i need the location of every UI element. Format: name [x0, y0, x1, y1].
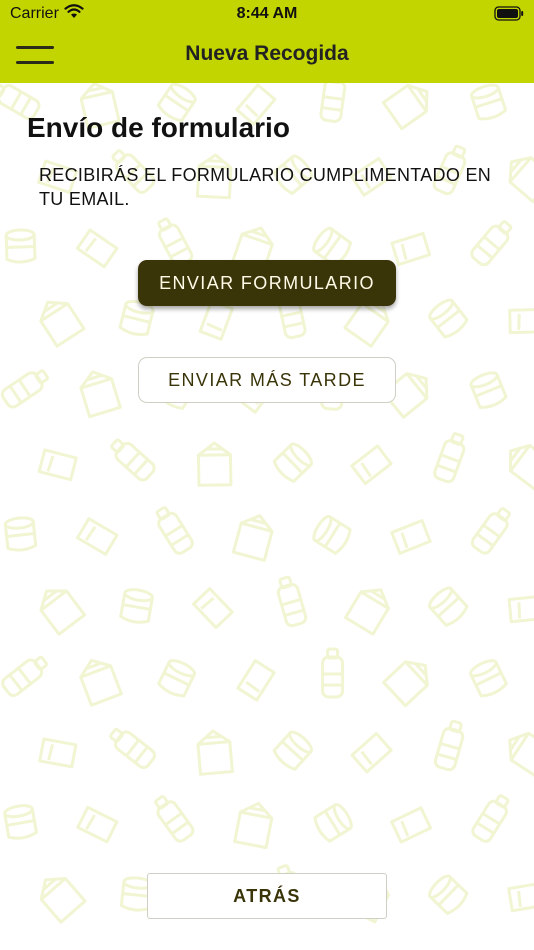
pattern-item [75, 228, 119, 269]
pattern-item [154, 795, 195, 843]
pattern-item [390, 231, 432, 267]
pattern-item [3, 516, 38, 552]
pattern-item [192, 587, 234, 630]
pattern-item [469, 659, 508, 698]
page-title: Nueva Recogida [185, 42, 349, 65]
pattern-item [272, 442, 314, 483]
status-bar: Carrier 8:44 AM [0, 0, 534, 28]
pattern-item [76, 805, 119, 844]
pattern-item [233, 801, 274, 850]
pattern-item [433, 719, 465, 772]
pattern-item [319, 83, 347, 123]
pattern-item [231, 514, 274, 562]
pattern-item [470, 220, 513, 267]
pattern-item [470, 507, 511, 555]
pattern-item [313, 802, 353, 843]
pattern-item [312, 514, 352, 555]
pattern-item [196, 441, 233, 487]
section-description: RECIBIRÁS EL FORMULARIO CUMPLIMENTADO EN… [39, 165, 492, 209]
pattern-item [39, 300, 86, 348]
battery-icon [494, 6, 524, 21]
pattern-item [39, 876, 87, 924]
pattern-item [350, 444, 393, 486]
pattern-item [344, 588, 390, 636]
pattern-item [39, 589, 87, 636]
send-form-button[interactable]: ENVIAR FORMULARIO [138, 260, 396, 306]
back-button[interactable]: ATRÁS [147, 873, 387, 919]
pattern-item [4, 228, 37, 264]
pattern-item [272, 730, 314, 771]
pattern-item [79, 658, 123, 707]
pattern-item [381, 83, 429, 131]
pattern-item [508, 307, 534, 335]
status-time: 8:44 AM [236, 5, 298, 22]
pattern-item [109, 727, 156, 770]
pattern-item [0, 369, 49, 409]
pattern-item [428, 586, 469, 627]
pattern-item [469, 83, 508, 121]
pattern-item [37, 448, 78, 482]
pattern-item [390, 806, 433, 844]
pattern-item [390, 519, 432, 555]
pattern-item [433, 432, 466, 484]
pattern-item [276, 575, 308, 628]
section-title: Envío de formulario [27, 112, 290, 143]
pattern-item [196, 729, 234, 776]
recycling-pattern-background [0, 83, 534, 924]
pattern-item [509, 443, 534, 491]
pattern-item [321, 647, 345, 699]
pattern-item [428, 874, 469, 915]
pattern-item [1, 655, 48, 698]
pattern-item [155, 506, 194, 555]
pattern-item [507, 594, 534, 624]
send-later-button[interactable]: ENVIAR MÁS TARDE [138, 357, 396, 403]
pattern-item [38, 737, 78, 769]
pattern-item [79, 370, 122, 419]
pattern-item [471, 794, 510, 843]
pattern-item [508, 731, 534, 778]
pattern-item [469, 371, 508, 409]
pattern-item [236, 659, 276, 702]
pattern-item [119, 588, 154, 624]
pattern-item [3, 804, 38, 840]
pattern-item [350, 732, 393, 774]
pattern-item [157, 659, 197, 698]
pattern-item [75, 517, 119, 556]
pattern-item [110, 438, 156, 482]
pattern-item [507, 881, 534, 913]
pattern-item [382, 660, 429, 708]
pattern-item [428, 298, 469, 339]
